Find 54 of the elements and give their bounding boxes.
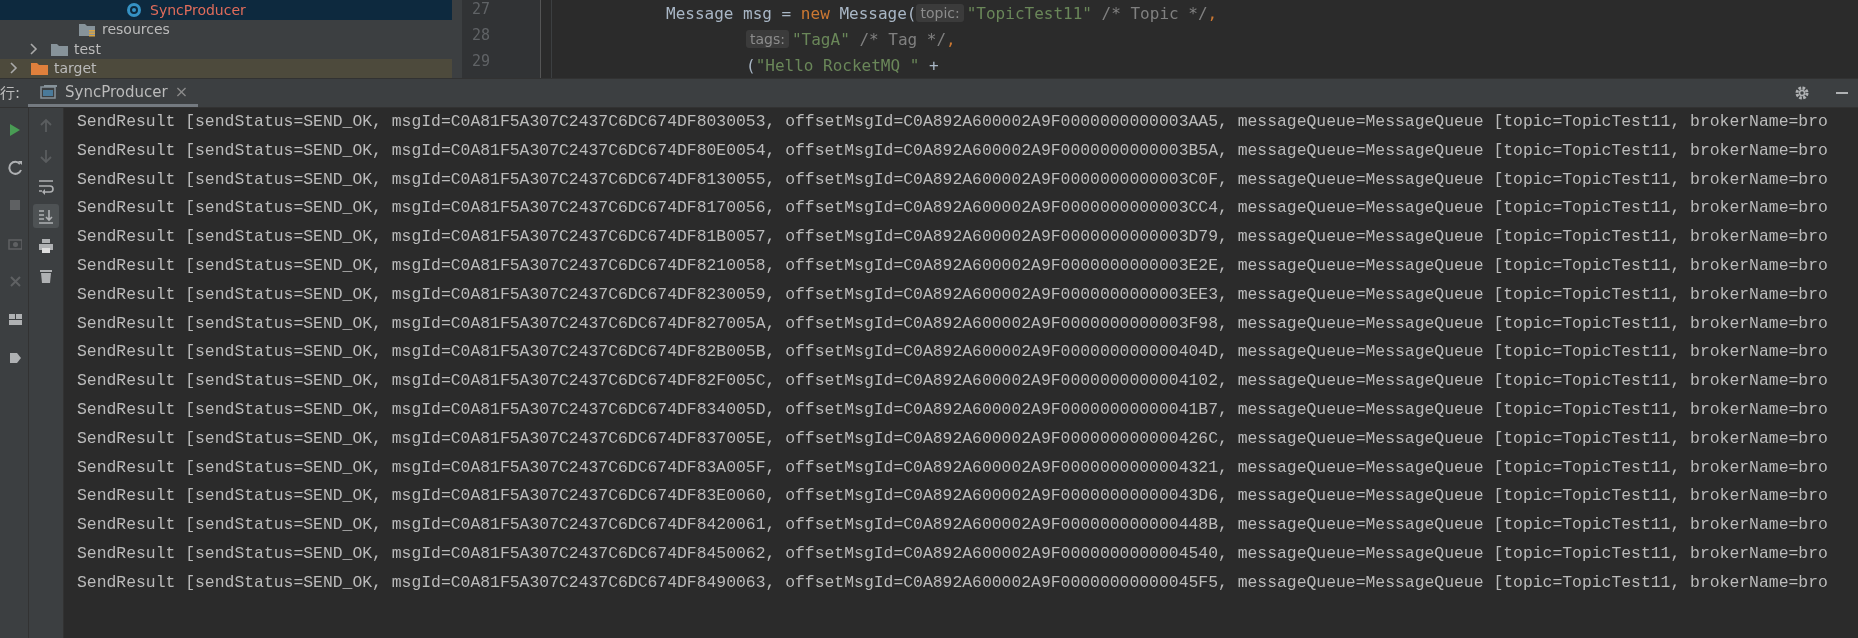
console-line: SendResult [sendStatus=SEND_OK, msgId=C0A81F5A307C2437C6DC674DF834005D, offsetMsgId=C0A892A600002A9F00000000000041B7, messageQueue=MessageQueue [topic=TopicTest11, brokerName=bro	[77, 399, 1828, 419]
console-line: SendResult [sendStatus=SEND_OK, msgId=C0A81F5A307C2437C6DC674DF8030053, offsetMsgId=C0A892A600002A9F0000000000003AA5, messageQueue=MessageQueue [topic=TopicTest11, brokerName=bro	[77, 112, 1828, 131]
console-line: SendResult [sendStatus=SEND_OK, msgId=C0A81F5A307C2437C6DC674DF8210058, offsetMsgId=C0A892A600002A9F0000000000003E2E, messageQueue=MessageQueue [topic=TopicTest11, brokerName=bro	[77, 256, 1828, 275]
console-icon	[40, 83, 58, 100]
console-line: SendResult [sendStatus=SEND_OK, msgId=C0A81F5A307C2437C6DC674DF80E0054, offsetMsgId=C0A892A600002A9F0000000000003B5A, messageQueue=MessageQueue [topic=TopicTest11, brokerName=bro	[77, 140, 1828, 160]
console-line: SendResult [sendStatus=SEND_OK, msgId=C0A81F5A307C2437C6DC674DF8420061, offsetMsgId=C0A892A600002A9F000000000000448B, messageQueue=MessageQueue [topic=TopicTest11, brokerName=bro	[77, 515, 1828, 535]
console-line: SendResult [sendStatus=SEND_OK, msgId=C0A81F5A307C2437C6DC674DF8490063, offsetMsgId=C0A892A600002A9F00000000000045F5, messageQueue=MessageQueue [topic=TopicTest11, brokerName=bro	[77, 572, 1828, 592]
resources-folder-icon	[78, 21, 96, 38]
scroll-to-end-button[interactable]	[33, 204, 59, 228]
code-token: ,	[1207, 3, 1218, 23]
settings-icon[interactable]	[1794, 85, 1810, 101]
console-line: SendResult [sendStatus=SEND_OK, msgId=C0A81F5A307C2437C6DC674DF83E0060, offsetMsgId=C0A892A600002A9F00000000000043D6, messageQueue=MessageQueue [topic=TopicTest11, brokerName=bro	[77, 486, 1828, 506]
tree-item[interactable]: resources	[0, 19, 452, 39]
code-token: (	[746, 55, 756, 75]
console-line: SendResult [sendStatus=SEND_OK, msgId=C0A81F5A307C2437C6DC674DF8130055, offsetMsgId=C0A892A600002A9F0000000000003C0F, messageQueue=MessageQueue [topic=TopicTest11, brokerName=bro	[77, 169, 1828, 189]
console-line: SendResult [sendStatus=SEND_OK, msgId=C0A81F5A307C2437C6DC674DF837005E, offsetMsgId=C0A892A600002A9F000000000000426C, messageQueue=MessageQueue [topic=TopicTest11, brokerName=bro	[77, 428, 1828, 448]
tab-label: SyncProducer	[65, 82, 168, 101]
trash-icon	[38, 267, 54, 285]
parameter-hint: topic:	[916, 4, 964, 22]
parameter-hint: tags:	[746, 30, 789, 48]
console-line: SendResult [sendStatus=SEND_OK, msgId=C0A81F5A307C2437C6DC674DF827005A, offsetMsgId=C0A892A600002A9F0000000000003F98, messageQueue=MessageQueue [topic=TopicTest11, brokerName=bro	[77, 313, 1828, 333]
code-token: "Hello RocketMQ "	[755, 55, 920, 75]
console-line: SendResult [sendStatus=SEND_OK, msgId=C0A81F5A307C2437C6DC674DF8170056, offsetMsgId=C0A892A600002A9F0000000000003CC4, messageQueue=MessageQueue [topic=TopicTest11, brokerName=bro	[77, 198, 1828, 218]
code-token: /* Tag */	[858, 29, 947, 49]
tree-item[interactable]: target	[0, 58, 452, 78]
console-line: SendResult [sendStatus=SEND_OK, msgId=C0A81F5A307C2437C6DC674DF82B005B, offsetMsgId=C0A892A600002A9F000000000000404D, messageQueue=MessageQueue [topic=TopicTest11, brokerName=bro	[77, 342, 1828, 362]
code-token: +	[928, 55, 939, 75]
up-arrow-icon	[38, 117, 54, 135]
code-token: ,	[946, 29, 956, 49]
soft-wrap-icon	[38, 177, 54, 195]
tree-item[interactable]: SyncProducer	[0, 0, 452, 20]
code-token: Message(	[838, 3, 917, 23]
down-arrow-icon	[38, 147, 54, 165]
layout-icon[interactable]	[8, 312, 22, 328]
print-icon	[38, 237, 54, 255]
panel-label: 行:	[0, 82, 22, 104]
tree-item[interactable]: test	[0, 39, 452, 59]
chevron-right-icon[interactable]	[8, 62, 18, 75]
code-token: /* Topic */	[1100, 3, 1208, 23]
code-token: "TagA"	[791, 29, 850, 49]
scroll-to-end-icon	[38, 207, 54, 225]
code-token: new	[800, 3, 830, 23]
code-token: "TopicTest11"	[966, 3, 1092, 23]
code-token: Message msg =	[666, 3, 793, 23]
console-line: SendResult [sendStatus=SEND_OK, msgId=C0A81F5A307C2437C6DC674DF81B0057, offsetMsgId=C0A892A600002A9F0000000000003D79, messageQueue=MessageQueue [topic=TopicTest11, brokerName=bro	[77, 227, 1828, 247]
chevron-right-icon[interactable]	[28, 42, 38, 55]
class-icon	[126, 1, 144, 18]
console-line: SendResult [sendStatus=SEND_OK, msgId=C0A81F5A307C2437C6DC674DF83A005F, offsetMsgId=C0A892A600002A9F0000000000004321, messageQueue=MessageQueue [topic=TopicTest11, brokerName=bro	[77, 457, 1828, 477]
rerun-icon[interactable]	[8, 160, 22, 176]
close-button[interactable]: ×	[174, 82, 189, 101]
run-icon[interactable]	[8, 122, 22, 138]
console-line: SendResult [sendStatus=SEND_OK, msgId=C0A81F5A307C2437C6DC674DF8450062, offsetMsgId=C0A892A600002A9F0000000000004540, messageQueue=MessageQueue [topic=TopicTest11, brokerName=bro	[77, 543, 1828, 563]
console-line: SendResult [sendStatus=SEND_OK, msgId=C0A81F5A307C2437C6DC674DF82F005C, offsetMsgId=C0A892A600002A9F0000000000004102, messageQueue=MessageQueue [topic=TopicTest11, brokerName=bro	[77, 371, 1828, 391]
console-line: SendResult [sendStatus=SEND_OK, msgId=C0A81F5A307C2437C6DC674DF8230059, offsetMsgId=C0A892A600002A9F0000000000003EE3, messageQueue=MessageQueue [topic=TopicTest11, brokerName=bro	[77, 284, 1828, 304]
